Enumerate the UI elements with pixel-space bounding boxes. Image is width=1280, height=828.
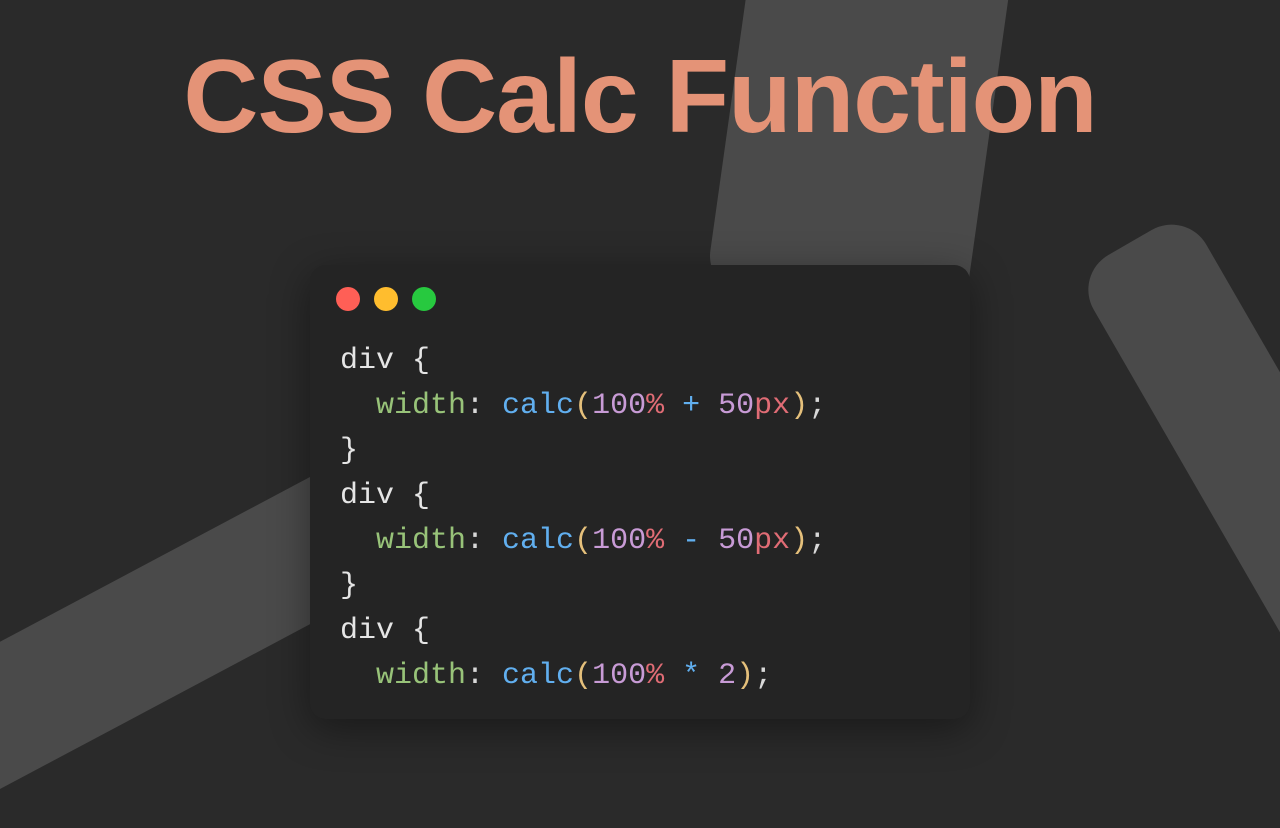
code-token: 50 <box>718 389 754 423</box>
code-token: width <box>376 524 466 558</box>
code-token: 100 <box>592 389 646 423</box>
code-token: + <box>682 389 700 423</box>
code-token: div { <box>340 479 430 513</box>
code-token: 100 <box>592 524 646 558</box>
code-token: % <box>646 659 664 693</box>
code-token: div { <box>340 614 430 648</box>
code-token: width <box>376 389 466 423</box>
code-token: % <box>646 524 664 558</box>
page-title: CSS Calc Function <box>0 38 1280 157</box>
code-token: 2 <box>718 659 736 693</box>
code-token: px <box>754 389 790 423</box>
code-token: 50 <box>718 524 754 558</box>
code-token: } <box>340 434 358 468</box>
maximize-dot-icon <box>412 287 436 311</box>
code-token: 100 <box>592 659 646 693</box>
code-block: div { width: calc(100% + 50px); } div { … <box>310 321 970 699</box>
minimize-dot-icon <box>374 287 398 311</box>
code-token: * <box>682 659 700 693</box>
code-token: calc <box>502 524 574 558</box>
window-traffic-lights <box>310 265 970 321</box>
code-token: % <box>646 389 664 423</box>
code-token: calc <box>502 659 574 693</box>
code-token: } <box>340 569 358 603</box>
code-token: width <box>376 659 466 693</box>
decorative-bar-shape-2 <box>1074 210 1280 760</box>
code-token: px <box>754 524 790 558</box>
code-editor-window: div { width: calc(100% + 50px); } div { … <box>310 265 970 719</box>
code-token: div { <box>340 344 430 378</box>
close-dot-icon <box>336 287 360 311</box>
code-token: - <box>682 524 700 558</box>
code-token: calc <box>502 389 574 423</box>
